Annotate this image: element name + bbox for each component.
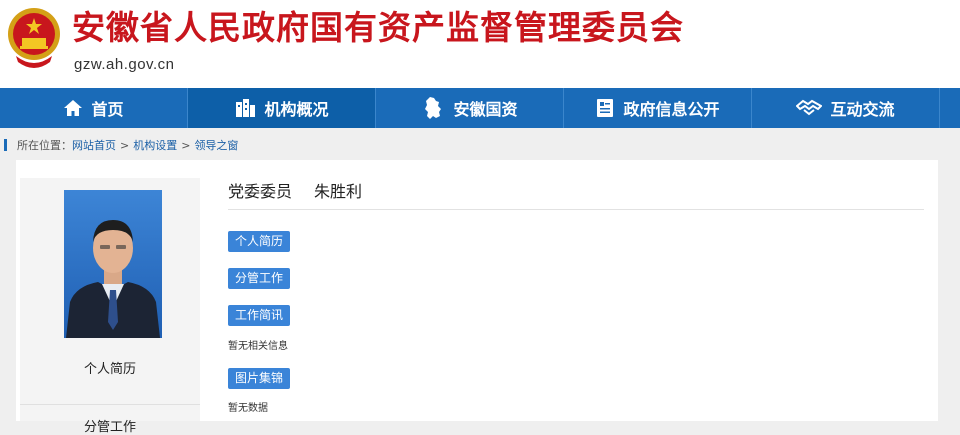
nav-item-government-info[interactable]: 政府信息公开 [564, 88, 752, 128]
heading-divider [228, 209, 924, 210]
nav-item-home[interactable]: 首页 [0, 88, 188, 128]
profile-heading: 党委委员 朱胜利 [228, 178, 362, 202]
nav-item-label: 机构概况 [264, 100, 329, 119]
handshake-icon [796, 99, 823, 116]
province-map-icon [425, 97, 442, 119]
breadcrumb-link-home[interactable]: 网站首页 [72, 137, 116, 153]
nav-item-anhui-assets[interactable]: 安徽国资 [376, 88, 564, 128]
nav-item-label: 互动交流 [830, 100, 895, 119]
nav-item-label: 政府信息公开 [623, 100, 720, 119]
sidebar-divider [20, 404, 200, 405]
photo-gallery-empty-note: 暂无数据 [228, 403, 268, 414]
building-icon [236, 99, 256, 117]
section-tab-photo-gallery[interactable]: 图片集锦 [228, 368, 291, 389]
breadcrumb-link-org-setup[interactable]: 机构设置 [133, 137, 177, 153]
breadcrumb-prefix: 所在位置： [17, 139, 72, 152]
leader-position: 党委委员 [228, 182, 293, 201]
breadcrumb-separator: > [181, 138, 191, 152]
content-panel: 个人简历 分管工作 党委委员 朱胜利 个人简历 分管工作 工作简讯 暂无相关信息 … [16, 160, 938, 435]
site-header: 安徽省人民政府国有资产监督管理委员会 gzw.ah.gov.cn [0, 0, 960, 88]
site-title: 安徽省人民政府国有资产监督管理委员会 [72, 8, 684, 47]
breadcrumb-separator: > [120, 138, 130, 152]
leader-name: 朱胜利 [314, 182, 363, 201]
home-icon [64, 100, 83, 116]
leader-photo [64, 190, 162, 338]
document-icon [597, 99, 614, 117]
section-tab-work-news[interactable]: 工作简讯 [228, 305, 291, 326]
breadcrumb-marker [4, 139, 7, 151]
section-tab-resume[interactable]: 个人简历 [228, 231, 291, 252]
section-tab-responsibilities[interactable]: 分管工作 [228, 268, 291, 289]
nav-item-organization[interactable]: 机构概况 [188, 88, 376, 128]
national-emblem-icon [8, 8, 60, 68]
main-nav: 首页 机构概况 安徽国资 政府信息公开 互动交流 [0, 88, 960, 128]
nav-item-label: 安徽国资 [453, 100, 518, 119]
breadcrumb: 所在位置： 网站首页 > 机构设置 > 领导之窗 [0, 136, 238, 154]
nav-item-label: 首页 [91, 100, 124, 119]
breadcrumb-link-leaders[interactable]: 领导之窗 [194, 137, 238, 153]
sidebar-link-resume[interactable]: 个人简历 [20, 358, 200, 377]
work-news-empty-note: 暂无相关信息 [228, 341, 288, 352]
sidebar-link-responsibilities[interactable]: 分管工作 [20, 416, 200, 435]
profile-sidebar: 个人简历 分管工作 [20, 178, 200, 435]
nav-item-interaction[interactable]: 互动交流 [752, 88, 940, 128]
site-domain: gzw.ah.gov.cn [74, 56, 175, 73]
